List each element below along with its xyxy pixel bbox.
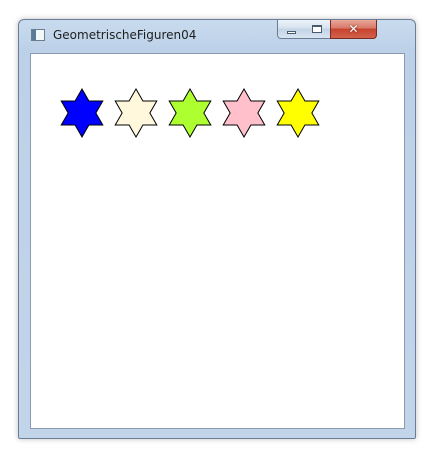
star-cornsilk-icon (114, 88, 158, 138)
maximize-icon (312, 25, 322, 33)
minimize-icon (286, 30, 296, 34)
maximize-button[interactable] (304, 20, 331, 39)
star-yellow-icon (276, 88, 320, 138)
close-icon: ✕ (348, 22, 359, 36)
title-bar[interactable]: GeometrischeFiguren04 ✕ (19, 20, 415, 50)
star-pink-icon (222, 88, 266, 138)
minimize-button[interactable] (277, 20, 305, 39)
window-title: GeometrischeFiguren04 (53, 28, 197, 42)
star-blue-icon (60, 88, 104, 138)
app-window: GeometrischeFiguren04 ✕ (18, 19, 416, 439)
star-greenyellow-icon (168, 88, 212, 138)
app-icon[interactable] (31, 29, 45, 41)
drawing-canvas (30, 53, 405, 429)
stars-layer (60, 88, 320, 138)
close-button[interactable]: ✕ (330, 20, 377, 39)
